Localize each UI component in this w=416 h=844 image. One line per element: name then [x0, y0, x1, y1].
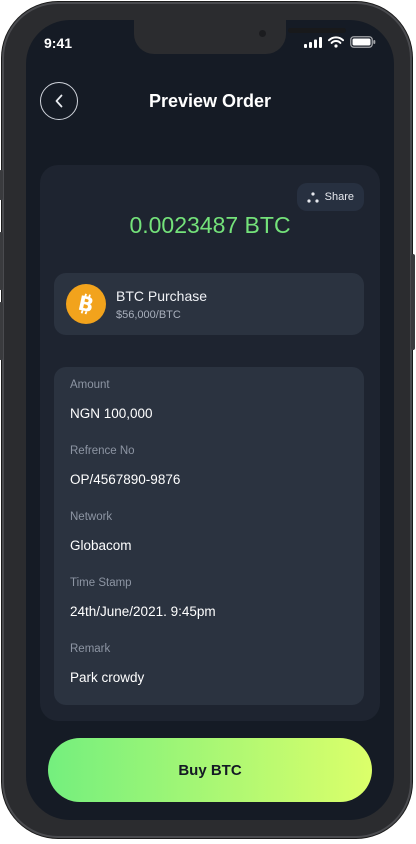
detail-value-amount: NGN 100,000 [70, 406, 153, 421]
status-time: 9:41 [44, 35, 73, 51]
detail-value-network: Globacom [70, 538, 132, 553]
buy-btc-button[interactable]: Buy BTC [48, 738, 372, 802]
purchase-rate: $56,000/BTC [116, 309, 181, 321]
speaker [288, 28, 346, 33]
mute-switch [0, 170, 3, 200]
detail-label-timestamp: Time Stamp [70, 577, 132, 589]
app-screen: 9:41 Preview Order Share 0.0023487 BTC B… [26, 20, 394, 820]
power-button [411, 254, 415, 350]
buy-btc-label: Buy BTC [178, 761, 242, 779]
order-details: Amount NGN 100,000 Refrence No OP/456789… [54, 367, 364, 705]
wifi-icon [328, 36, 344, 48]
signal-icon [304, 36, 322, 48]
status-icons [304, 36, 376, 48]
volume-up-button [0, 232, 3, 290]
detail-label-amount: Amount [70, 379, 110, 391]
phone-frame: 9:41 Preview Order Share 0.0023487 BTC B… [0, 2, 415, 838]
header: Preview Order [26, 82, 394, 122]
share-icon [307, 191, 319, 203]
detail-value-timestamp: 24th/June/2021. 9:45pm [70, 604, 216, 619]
page-title: Preview Order [148, 91, 272, 111]
front-camera [259, 30, 266, 37]
share-label: Share [324, 191, 354, 203]
purchase-summary: B BTC Purchase $56,000/BTC [54, 273, 364, 335]
order-card: Share 0.0023487 BTC B BTC Purchase $56,0… [40, 165, 380, 721]
share-button[interactable]: Share [296, 183, 364, 211]
notch [134, 20, 346, 54]
purchase-title: BTC Purchase [116, 288, 208, 304]
detail-value-remark: Park crowdy [70, 670, 145, 685]
btc-amount: 0.0023487 BTC [129, 212, 291, 238]
detail-value-reference: OP/4567890-9876 [70, 472, 181, 487]
bitcoin-icon: B [66, 284, 106, 324]
battery-icon [350, 36, 376, 48]
detail-label-reference: Refrence No [70, 445, 135, 457]
detail-label-network: Network [70, 511, 113, 523]
detail-label-remark: Remark [70, 643, 111, 655]
volume-down-button [0, 302, 3, 360]
